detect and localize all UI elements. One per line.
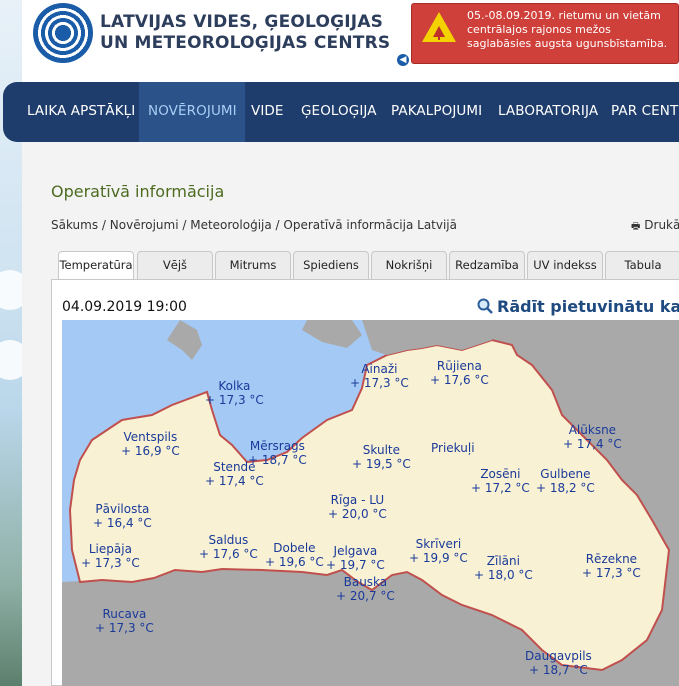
city-liepaja[interactable]: Liepāja + 17,3 °C [81,542,140,570]
city-bauska[interactable]: Bauska + 20,7 °C [336,575,395,603]
city-kolka[interactable]: Kolka + 17,3 °C [205,379,264,407]
tab-redzamiba[interactable]: Redzamība [449,251,525,280]
tab-nokrisni[interactable]: Nokrišņi [371,251,447,280]
city-ainazi[interactable]: Ainaži + 17,3 °C [350,362,409,390]
city-dobele[interactable]: Dobele + 19,6 °C [265,541,324,569]
city-zoseni[interactable]: Zosēni + 17,2 °C [471,467,530,495]
city-zilani[interactable]: Zīlāni + 18,0 °C [474,554,533,582]
tab-tabula[interactable]: Tabula [605,251,679,280]
city-daugavpils[interactable]: Daugavpils + 18,7 °C [525,649,592,677]
back-arrow-icon[interactable]: ◀ [397,54,409,66]
org-name-line1: LATVIJAS VIDES, ĢEOLOĢIJAS [100,12,384,32]
magnifier-icon [477,298,493,314]
page-title: Operatīvā informācija [51,182,225,201]
tab-temperatura[interactable]: Temperatūra [58,251,134,281]
city-aluksne[interactable]: Alūksne + 17,4 °C [563,423,622,451]
main-nav: LAIKA APSTĀKĻI NOVĒROJUMI VIDE ĢEOLOĢIJA… [3,82,679,142]
warning-text: 05.-08.09.2019. rietumu un vietām centrā… [467,9,668,50]
tab-vejs[interactable]: Vējš [137,251,213,280]
nav-item-laika-apstakli[interactable]: LAIKA APSTĀKĻI [27,103,135,119]
fire-warning-banner[interactable]: 05.-08.09.2019. rietumu un vietām centrā… [411,3,679,64]
nav-item-geologija[interactable]: ĢEOLOĢIJA [301,103,377,119]
observation-datetime: 04.09.2019 19:00 [62,299,187,315]
city-stende[interactable]: Stende + 17,4 °C [205,460,264,488]
city-rucava[interactable]: Rucava + 17,3 °C [95,607,154,635]
fire-tree-icon [433,26,445,40]
city-skulte[interactable]: Skulte + 19,5 °C [352,443,411,471]
nav-item-pakalpojumi[interactable]: PAKALPOJUMI [391,103,482,119]
tab-uv-indekss[interactable]: UV indekss [527,251,603,280]
org-name-line2: UN METEOROLOĢIJAS CENTRS [100,33,391,53]
nav-item-laboratorija[interactable]: LABORATORIJA [498,103,598,119]
city-skriveri[interactable]: Skrīveri + 19,9 °C [409,537,468,565]
org-name[interactable]: LATVIJAS VIDES, ĢEOLOĢIJAS UN METEOROLOĢ… [100,12,390,54]
city-priekuli[interactable]: Priekuļi [431,441,475,456]
print-button[interactable]: 🖶 Drukā [631,218,679,236]
city-saldus[interactable]: Saldus + 17,6 °C [199,533,258,561]
city-rujiena[interactable]: Rūjiena + 17,6 °C [430,359,489,387]
tab-spiediens[interactable]: Spiediens [293,251,369,280]
city-jelgava[interactable]: Jelgava + 19,7 °C [326,544,385,572]
breadcrumb[interactable]: Sākums / Novērojumi / Meteoroloģija / Op… [51,218,457,232]
nav-item-noverojumi[interactable]: NOVĒROJUMI [148,103,237,119]
temperature-map[interactable]: Ainaži + 17,3 °C Rūjiena + 17,6 °C Kolka + … [62,320,679,686]
tab-mitrums[interactable]: Mitrums [215,251,291,280]
city-riga-lu[interactable]: Rīga - LU + 20,0 °C [328,493,387,521]
city-pavilosta[interactable]: Pāvilosta + 16,4 °C [93,502,152,530]
city-ventspils[interactable]: Ventspils + 16,9 °C [121,430,180,458]
zoom-map-label: Rādīt pietuvinātu karti [497,297,679,316]
print-label: Drukā [644,218,679,232]
nav-item-vide[interactable]: VIDE [251,103,284,119]
tab-bar: Temperatūra Vējš Mitrums Spiediens Nokri… [58,251,679,281]
city-rezekne[interactable]: Rēzekne + 17,3 °C [582,552,641,580]
nav-item-par-centru[interactable]: PAR CENTR [611,103,679,119]
print-icon: 🖶 [631,221,641,232]
logo-icon[interactable] [33,3,93,63]
zoom-map-link[interactable]: Rādīt pietuvinātu karti [477,297,679,316]
city-gulbene[interactable]: Gulbene + 18,2 °C [536,467,595,495]
